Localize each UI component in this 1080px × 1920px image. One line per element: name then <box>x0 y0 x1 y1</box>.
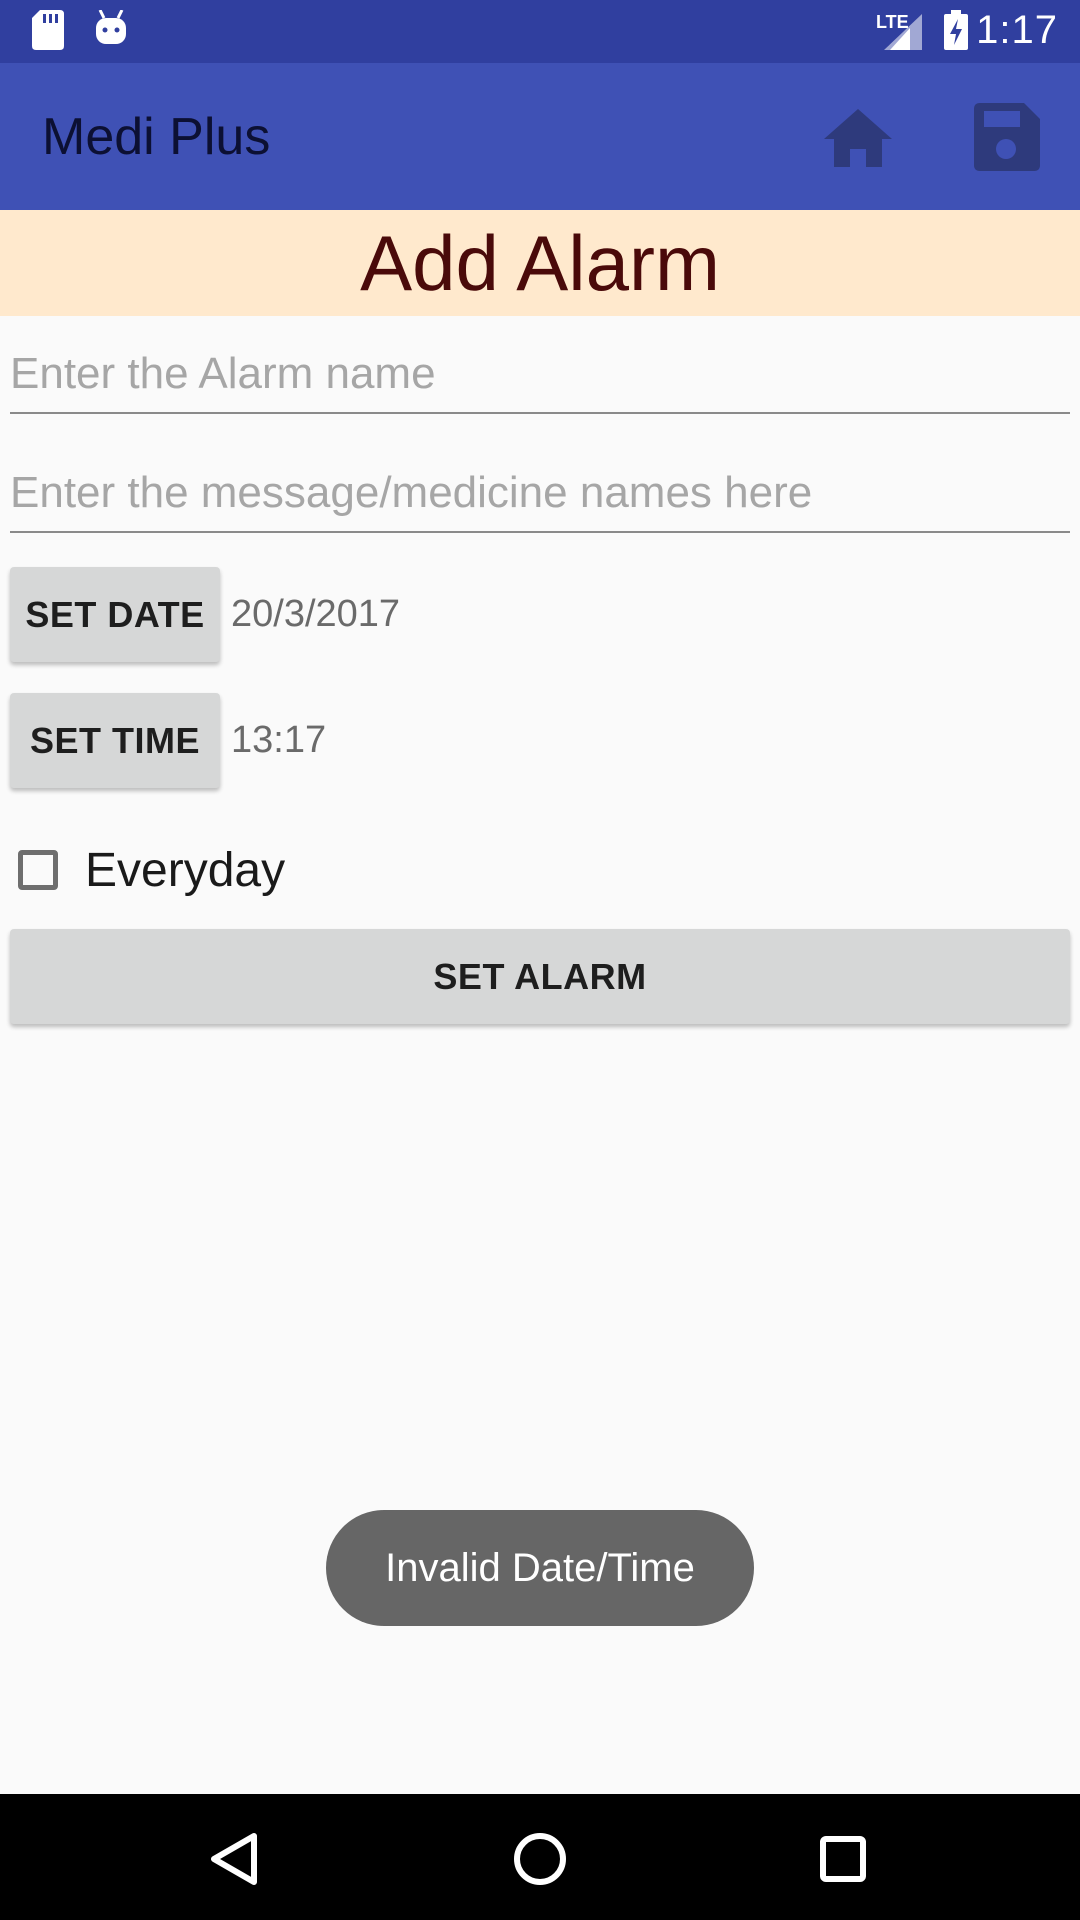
home-circle-icon[interactable] <box>505 1824 575 1894</box>
everyday-label[interactable]: Everyday <box>85 843 285 898</box>
battery-charging-icon <box>944 10 968 50</box>
home-icon[interactable] <box>820 99 896 175</box>
message-input[interactable] <box>10 463 1070 523</box>
android-debug-icon <box>96 10 126 44</box>
everyday-checkbox[interactable] <box>18 850 58 890</box>
page-header: Add Alarm <box>0 210 1080 316</box>
date-value: 20/3/2017 <box>231 593 401 635</box>
time-value: 13:17 <box>231 719 327 761</box>
set-time-button[interactable]: SET TIME <box>10 693 220 788</box>
alarm-name-field[interactable] <box>10 344 1070 414</box>
recents-icon[interactable] <box>808 1824 878 1894</box>
status-time: 1:17 <box>976 8 1058 52</box>
page-title: Add Alarm <box>360 219 720 307</box>
status-bar: LTE 1:17 <box>0 0 1080 63</box>
app-bar: Medi Plus <box>0 63 1080 210</box>
set-alarm-button[interactable]: SET ALARM <box>10 929 1070 1024</box>
message-field[interactable] <box>10 463 1070 533</box>
toast-message: Invalid Date/Time <box>326 1510 754 1626</box>
back-icon[interactable] <box>200 1824 270 1894</box>
nav-bar <box>0 1794 1080 1920</box>
save-icon[interactable] <box>968 99 1044 175</box>
app-title: Medi Plus <box>42 108 271 166</box>
set-date-button[interactable]: SET DATE <box>10 567 220 662</box>
signal-icon <box>884 14 922 50</box>
alarm-name-input[interactable] <box>10 344 1070 404</box>
sd-card-icon <box>32 10 64 50</box>
